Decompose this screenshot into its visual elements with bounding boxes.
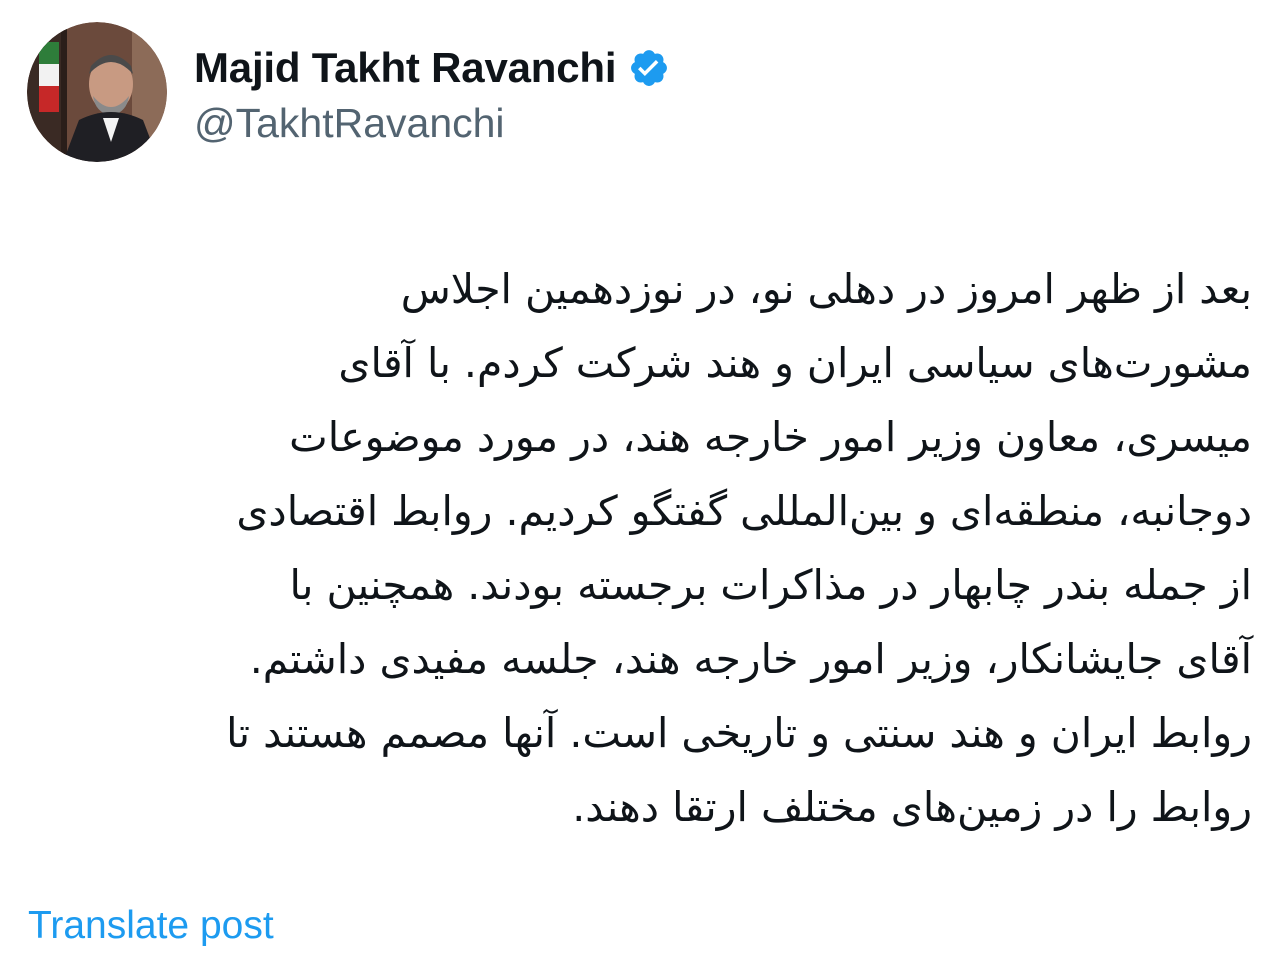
post-text-line: روابط را در زمین‌های مختلف ارتقا دهند. — [572, 783, 1252, 831]
post-text-line: از جمله بندر چابهار در مذاکرات برجسته بو… — [289, 561, 1252, 609]
post-text: بعد از ظهر امروز در دهلی نو، در نوزدهمین… — [28, 252, 1252, 844]
display-name[interactable]: Majid Takht Ravanchi — [194, 44, 617, 92]
name-row: Majid Takht Ravanchi — [194, 38, 670, 98]
post-text-line: میسری، معاون وزیر امور خارجه هند، در مور… — [289, 413, 1252, 461]
verified-badge-icon[interactable] — [628, 47, 670, 89]
avatar-photo — [27, 22, 167, 162]
translate-post-link[interactable]: Translate post — [28, 904, 274, 948]
avatar[interactable] — [27, 22, 167, 162]
handle[interactable]: @TakhtRavanchi — [194, 100, 670, 147]
post-text-line: روابط ایران و هند سنتی و تاریخی است. آنه… — [226, 709, 1252, 757]
post-text-line: بعد از ظهر امروز در دهلی نو، در نوزدهمین… — [400, 265, 1252, 313]
post-text-line: مشورت‌های سیاسی ایران و هند شرکت کردم. ب… — [338, 339, 1252, 387]
post-text-line: دوجانبه، منطقه‌ای و بین‌المللی گفتگو کرد… — [236, 487, 1252, 535]
post-header: Majid Takht Ravanchi @TakhtRavanchi — [27, 22, 670, 162]
author-names: Majid Takht Ravanchi @TakhtRavanchi — [194, 38, 670, 147]
post-text-line: آقای جایشانکار، وزیر امور خارجه هند، جلس… — [249, 635, 1252, 683]
